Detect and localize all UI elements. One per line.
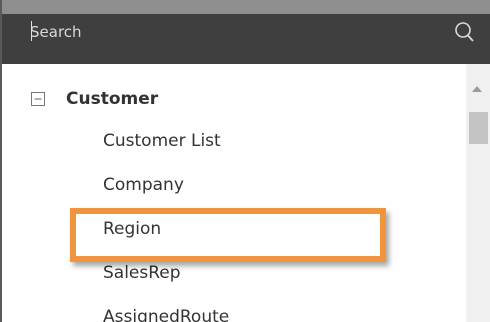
tree-item-assignedroute[interactable]: AssignedRoute <box>103 307 229 322</box>
tree-item-company[interactable]: Company <box>103 175 184 195</box>
scrollbar-thumb[interactable] <box>469 112 488 144</box>
tree-item-customer-list[interactable]: Customer List <box>103 131 221 151</box>
panel-top-strip <box>0 0 490 14</box>
scroll-up-arrow-icon[interactable] <box>472 86 482 92</box>
text-caret <box>31 21 32 41</box>
highlight-box <box>70 208 386 262</box>
collapse-icon[interactable] <box>31 92 45 106</box>
tree-group-customer[interactable]: Customer <box>66 89 158 109</box>
search-icon[interactable] <box>453 20 475 44</box>
scrollbar[interactable] <box>466 64 490 322</box>
search-input[interactable] <box>30 21 430 43</box>
field-list-panel: Customer Customer List Company Region Sa… <box>0 0 490 322</box>
tree-item-salesrep[interactable]: SalesRep <box>103 263 181 283</box>
panel-left-border <box>0 0 2 322</box>
